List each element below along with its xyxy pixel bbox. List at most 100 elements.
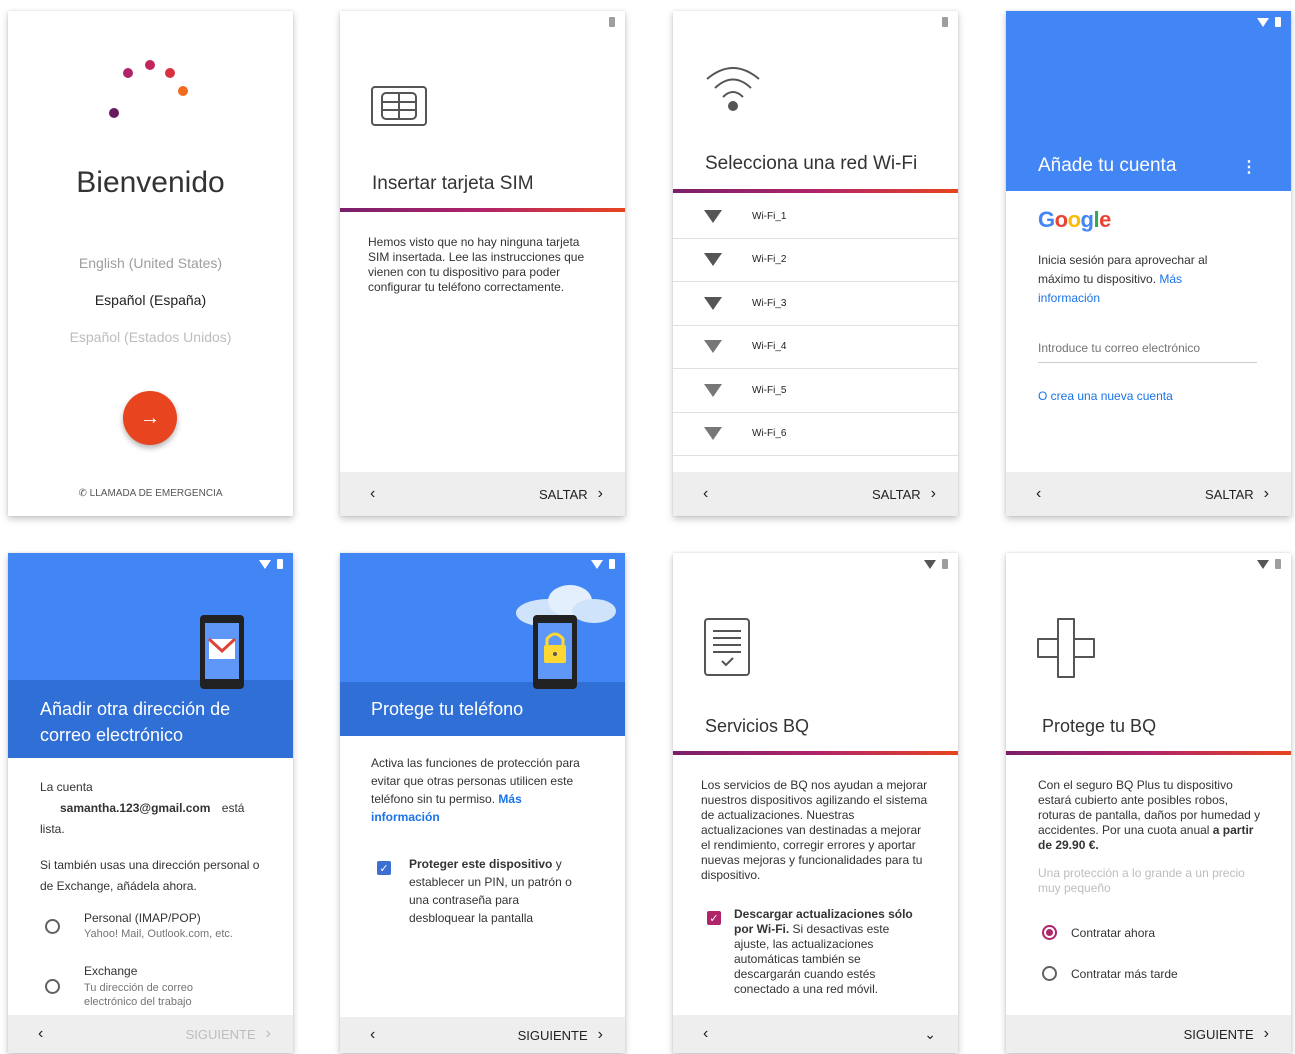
radio-contract-now[interactable] (1042, 925, 1057, 940)
status-bar (942, 17, 948, 27)
add-email-screen: Añadir otra dirección de correo electrón… (8, 553, 293, 1053)
checkbox-checked-icon[interactable]: ✓ (377, 861, 391, 875)
battery-icon (942, 17, 948, 27)
radio-personal[interactable] (45, 919, 60, 934)
radio-contract-later[interactable] (1042, 966, 1057, 981)
wifi-signal-icon (704, 209, 722, 223)
battery-icon (609, 17, 615, 27)
page-title: Protege tu BQ (1042, 716, 1157, 736)
back-button[interactable]: ‹ (703, 1025, 708, 1043)
page-title: Insertar tarjeta SIM (372, 173, 534, 194)
protect-device-label: Proteger este dispositivo y establecer u… (409, 855, 585, 927)
sim-card-icon (371, 86, 427, 126)
wifi-signal-icon (924, 559, 936, 569)
language-option-spain[interactable]: Español (España) (8, 292, 293, 308)
radio-exchange[interactable] (45, 979, 60, 994)
option-personal-label: Personal (IMAP/POP) (84, 911, 201, 925)
battery-icon (277, 559, 283, 569)
skip-label: SALTAR (1205, 486, 1254, 502)
skip-button[interactable]: SALTAR › (539, 485, 603, 503)
email-placeholder: Introduce tu correo electrónico (1038, 341, 1201, 355)
next-button[interactable]: SIGUIENTE › (1184, 1025, 1269, 1043)
next-label: SIGUIENTE (1183, 1026, 1254, 1042)
page-title: Selecciona una red Wi-Fi (705, 153, 918, 174)
more-vert-icon[interactable]: ⋮ (1241, 157, 1257, 177)
skip-button[interactable]: SALTAR › (1205, 485, 1269, 503)
bq-logo-icon (109, 60, 188, 118)
bottom-nav: ‹ ⌄ (673, 1015, 958, 1053)
phone-icon: ✆ (78, 488, 87, 499)
wifi-icon (706, 67, 760, 111)
skip-button[interactable]: SALTAR › (872, 485, 936, 503)
title-divider (1006, 751, 1291, 755)
lock-phone-icon (533, 615, 577, 689)
wifi-network-name: Wi-Fi_1 (752, 210, 787, 222)
chevron-right-icon: › (1263, 1025, 1269, 1042)
bq-services-description: Los servicios de BQ nos ayudan a mejorar… (701, 778, 928, 882)
next-label: SIGUIENTE (185, 1026, 256, 1042)
next-label: SIGUIENTE (517, 1027, 588, 1043)
create-account-link[interactable]: O crea una nueva cuenta (1038, 389, 1173, 403)
page-title: Bienvenido (76, 166, 225, 199)
wifi-network-row[interactable]: Wi-Fi_2 (673, 239, 958, 282)
insurance-tagline: Una protección a lo grande a un precio m… (1038, 866, 1245, 895)
chevron-down-icon[interactable]: ⌄ (924, 1026, 936, 1043)
bottom-nav: ‹ SALTAR › (340, 472, 625, 516)
wifi-network-row[interactable]: Wi-Fi_5 (673, 369, 958, 413)
bottom-nav: SIGUIENTE › (1006, 1015, 1291, 1053)
wifi-network-name: Wi-Fi_4 (752, 341, 787, 353)
back-button[interactable]: ‹ (38, 1025, 43, 1043)
wifi-signal-icon (704, 427, 722, 441)
option-personal[interactable]: Personal (IMAP/POP) Yahoo! Mail, Outlook… (8, 911, 293, 947)
checkbox-checked-icon[interactable]: ✓ (707, 911, 721, 925)
bottom-nav: ‹ SALTAR › (673, 472, 958, 516)
back-button[interactable]: ‹ (370, 485, 375, 503)
protect-description: Activa las funciones de protección para … (371, 754, 591, 826)
next-fab-button[interactable]: → (123, 391, 177, 445)
emergency-call-label: LLAMADA DE EMERGENCIA (89, 488, 223, 499)
page-title: Servicios BQ (705, 716, 810, 736)
back-button[interactable]: ‹ (1036, 485, 1041, 503)
option-contract-now[interactable]: Contratar ahora (1006, 923, 1291, 945)
back-button[interactable]: ‹ (703, 485, 708, 503)
back-button[interactable]: ‹ (370, 1026, 375, 1044)
chevron-right-icon: › (265, 1025, 271, 1042)
wifi-network-row[interactable]: Wi-Fi_6 (673, 413, 958, 456)
wifi-network-row[interactable]: Wi-Fi_4 (673, 326, 958, 369)
welcome-screen: Bienvenido English (United States) Españ… (8, 11, 293, 516)
wifi-signal-icon (591, 559, 603, 569)
option-contract-later[interactable]: Contratar más tarde (1006, 964, 1291, 986)
wifi-network-list: Wi-Fi_1 Wi-Fi_2 Wi-Fi_3 Wi-Fi_4 Wi-Fi_5 Wi-Fi… (673, 195, 958, 456)
status-bar (1257, 17, 1281, 27)
protect-text: Activa las funciones de protección para … (371, 756, 580, 806)
header-banner: Añade tu cuenta ⋮ (1006, 11, 1291, 191)
wifi-network-row[interactable]: Wi-Fi_1 (673, 195, 958, 239)
bottom-nav: ‹ SALTAR › (1006, 472, 1291, 516)
email-field[interactable]: Introduce tu correo electrónico (1038, 341, 1257, 363)
language-option-english[interactable]: English (United States) (8, 255, 293, 271)
protect-device-option[interactable]: ✓ Proteger este dispositivo y establecer… (340, 855, 625, 935)
option-exchange[interactable]: Exchange Tu dirección de correo electrón… (8, 964, 293, 1012)
next-button[interactable]: SIGUIENTE › (518, 1026, 603, 1044)
status-bar (259, 559, 283, 569)
language-option-us-spanish[interactable]: Español (Estados Unidos) (8, 329, 293, 345)
account-screen: Añade tu cuenta ⋮ Google Inicia sesión p… (1006, 11, 1291, 516)
wifi-network-name: Wi-Fi_3 (752, 297, 787, 309)
wifi-signal-icon (704, 296, 722, 310)
bq-insurance-screen: Protege tu BQ Con el seguro BQ Plus tu d… (1006, 553, 1291, 1053)
bottom-nav: ‹ SIGUIENTE › (8, 1015, 293, 1053)
status-bar (1257, 559, 1281, 569)
emergency-call-button[interactable]: ✆ LLAMADA DE EMERGENCIA (8, 488, 293, 499)
wifi-signal-icon (704, 340, 722, 354)
document-check-icon (704, 618, 750, 676)
header-banner: Añadir otra dirección de correo electrón… (8, 553, 293, 758)
title-divider (673, 751, 958, 755)
account-email: samantha.123@gmail.com (60, 801, 211, 815)
wifi-signal-icon (259, 559, 271, 569)
account-status: La cuenta samantha.123@gmail.com está li… (40, 777, 265, 840)
protect-phone-screen: Protege tu teléfono Activa las funciones… (340, 553, 625, 1053)
next-button[interactable]: SIGUIENTE › (186, 1025, 271, 1043)
wifi-network-row[interactable]: Wi-Fi_3 (673, 282, 958, 326)
wifi-only-updates-option[interactable]: ✓ Descargar actualizaciones sólo por Wi-… (673, 907, 958, 1001)
wifi-signal-icon (704, 383, 722, 397)
